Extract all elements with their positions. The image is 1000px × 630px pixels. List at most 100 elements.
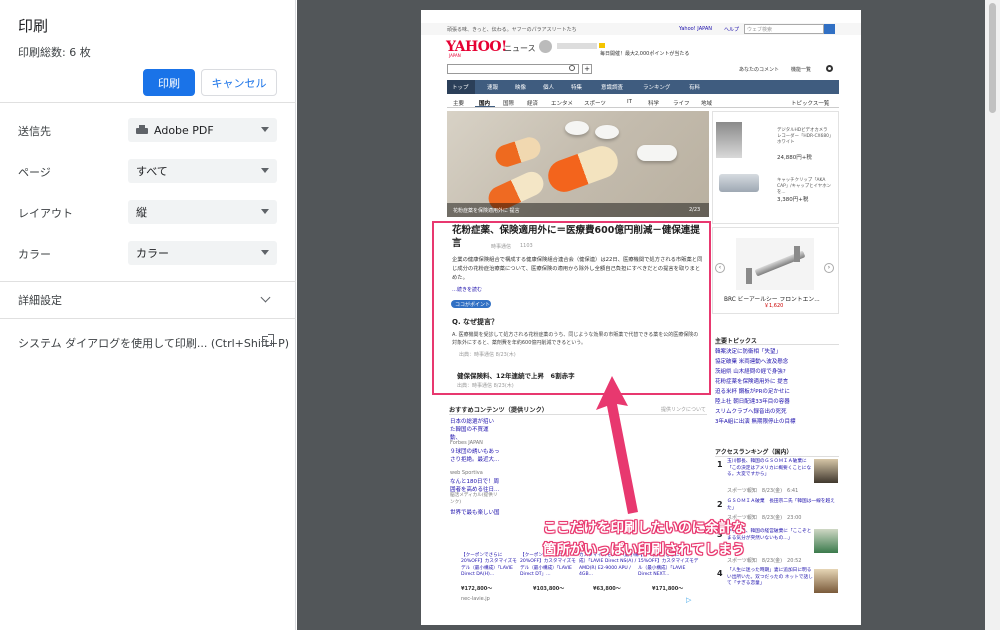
article-photo[interactable]: 花粉症薬を保険適用外に 提言 2/23 xyxy=(447,111,709,217)
sheet-count: 印刷総数: 6 枚 xyxy=(18,46,91,59)
pages-select[interactable]: すべて xyxy=(128,159,277,183)
color-value: カラー xyxy=(136,247,169,260)
recommended-source: Forbes JAPAN xyxy=(450,440,483,446)
ad-price: ¥103,800～ xyxy=(533,586,565,592)
recommended-source: 脳活メディカル(提供リンク) xyxy=(450,493,498,505)
recommended-item[interactable]: ９球団の誘いもあっさり拒絶。最近大... xyxy=(450,448,500,464)
dropdown-caret-icon xyxy=(261,127,269,132)
pages-value: すべて xyxy=(136,165,168,178)
major-topics-list: 韓案決定に防衛相「失望」 協定破棄 米両連動へ波及懸念 茨組県 山木経問の経で身… xyxy=(715,347,839,427)
side-ad-text[interactable]: キャッチクリップ「AKA CAP」/キャップとイヤホンを... xyxy=(777,178,833,196)
search-icon[interactable] xyxy=(569,65,575,71)
ranking-item[interactable]: ＧＳＯＭＩＡ破棄 長田宗二氏「韓国は一線を越えた」 xyxy=(727,499,839,512)
adchoices-icon[interactable]: ▷ xyxy=(686,596,691,604)
destination-select[interactable]: Adobe PDF xyxy=(128,118,277,142)
features-link[interactable]: 機能一覧 xyxy=(791,66,811,73)
capsule-image xyxy=(543,141,623,197)
topic-link[interactable]: 迫る米杯 鋼板がPRの足かせに xyxy=(715,387,839,397)
layout-select[interactable]: 縦 xyxy=(128,200,277,224)
more-settings-toggle[interactable]: 詳細設定 xyxy=(18,292,62,308)
promo-icon xyxy=(599,43,605,48)
ad-item[interactable]: 【クーポンでさらに20%OFF】カスタマイズモデル（最小構成）「LAVIE Di… xyxy=(461,553,521,578)
topic-link[interactable]: 3年A組に出演 無期限停止の目標 xyxy=(715,417,839,427)
sub-tab[interactable]: ライフ xyxy=(673,99,690,107)
cancel-button[interactable]: キャンセル xyxy=(201,69,277,96)
nav-tab[interactable]: 意識調査 xyxy=(601,83,623,91)
preview-scrollbar[interactable] xyxy=(985,0,1000,630)
tablet-image xyxy=(565,121,589,135)
nav-tab[interactable]: 映像 xyxy=(515,83,526,91)
web-search-input[interactable]: ウェブ検索 xyxy=(744,24,824,34)
carousel-next-icon[interactable]: › xyxy=(824,263,834,273)
ranking-item[interactable]: 「人生に迷った時期」妻に追加日に明るい出所いた。双つだったの ネットで話して「す… xyxy=(727,568,813,588)
divider xyxy=(0,281,296,282)
ranking-item[interactable]: 玉川都長、韓国のＧＳＯＭＩＡ破棄に「この決定はアメリカに概要くことになる。大変で… xyxy=(727,459,813,479)
ranking-thumbnail[interactable] xyxy=(814,459,838,483)
gear-icon[interactable] xyxy=(826,65,833,72)
color-select[interactable]: カラー xyxy=(128,241,277,265)
chevron-down-icon[interactable] xyxy=(260,292,271,303)
topic-link[interactable]: 韓案決定に防衛相「失望」 xyxy=(715,347,839,357)
topic-link[interactable]: 陸上社 朝日配達33年目の容器 xyxy=(715,397,839,407)
divider xyxy=(447,107,839,108)
annotation-text-line1: ここだけを印刷したいのに余計な xyxy=(543,520,746,536)
topbar-text: 頑張る味、きっと、伝わる。ヤフーのパラアスリートたち xyxy=(447,27,577,33)
nav-tab[interactable]: 速報 xyxy=(487,83,498,91)
topic-link[interactable]: 協定破棄 米両連動へ波及懸念 xyxy=(715,357,839,367)
nav-tab[interactable]: 個人 xyxy=(543,83,554,91)
sub-tab[interactable]: 地域 xyxy=(701,99,712,107)
rank-number: 1 xyxy=(717,460,723,469)
dropdown-caret-icon xyxy=(261,168,269,173)
side-ad-text[interactable]: デジタルHDビデオカメラ レコーダー「HDR-CX680」ホワイト xyxy=(777,128,833,146)
divider xyxy=(0,318,296,319)
divider xyxy=(0,102,296,103)
sub-tab[interactable]: 主要 xyxy=(453,99,464,107)
sub-tab[interactable]: 科学 xyxy=(648,99,659,107)
ranking-thumbnail[interactable] xyxy=(814,569,838,593)
sponsored-note[interactable]: 提供リンクについて xyxy=(661,406,706,413)
nav-tab[interactable]: 有料 xyxy=(689,83,700,91)
camera-product-image[interactable] xyxy=(716,122,742,158)
your-comments-link[interactable]: あなたのコメント xyxy=(739,66,779,73)
nav-tab[interactable]: トップ xyxy=(452,83,469,91)
layout-label: レイアウト xyxy=(18,207,73,220)
sub-tab[interactable]: スポーツ xyxy=(584,99,606,107)
color-label: カラー xyxy=(18,248,51,261)
photo-caption: 花粉症薬を保険適用外に 提言 xyxy=(453,208,520,214)
sub-tab[interactable]: 国際 xyxy=(503,99,514,107)
tablet-image xyxy=(595,125,619,139)
nav-tab[interactable]: ランキング xyxy=(643,83,670,91)
system-dialog-link[interactable]: システム ダイアログを使用して印刷... (Ctrl+Shift+P) xyxy=(18,335,289,351)
avatar[interactable] xyxy=(539,40,552,53)
capsule-image xyxy=(492,134,544,170)
nav-tab[interactable]: 特集 xyxy=(571,83,582,91)
carousel-prev-icon[interactable]: ‹ xyxy=(715,263,725,273)
add-icon[interactable]: + xyxy=(582,64,592,74)
cap-product-image[interactable] xyxy=(719,174,759,192)
topic-link[interactable]: 茨組県 山木経問の経で身強? xyxy=(715,367,839,377)
scrollbar-thumb[interactable] xyxy=(989,3,996,113)
sub-tab[interactable]: IT xyxy=(627,99,632,105)
tablet-image xyxy=(637,145,677,161)
topbar-link[interactable]: Yahoo! JAPAN xyxy=(679,26,712,32)
promo-text[interactable]: 毎日開催！最大2,000ポイントが当たる xyxy=(600,50,689,57)
topic-link[interactable]: 花粉症薬を保険適用外に 提言 xyxy=(715,377,839,387)
search-button[interactable] xyxy=(824,24,835,34)
recommended-item[interactable]: 日本の総選が招いた韓国の不買運動、 xyxy=(450,418,498,442)
topics-list-link[interactable]: トピックス一覧 xyxy=(791,99,829,107)
recommended-item[interactable]: 世界で最も楽しい国 xyxy=(450,508,508,516)
ranking-thumbnail[interactable] xyxy=(814,529,838,553)
divider xyxy=(449,414,707,415)
rank-number: 4 xyxy=(717,569,723,578)
topic-link[interactable]: スリムクラブへ録音出の死死 xyxy=(715,407,839,417)
news-search-input[interactable] xyxy=(447,64,579,74)
topbar-link[interactable]: ヘルプ xyxy=(724,26,739,33)
brc-product-image[interactable] xyxy=(736,238,814,290)
open-external-icon[interactable] xyxy=(262,334,274,346)
print-button[interactable]: 印刷 xyxy=(143,69,195,96)
sub-tab[interactable]: 経済 xyxy=(527,99,538,107)
sub-tab[interactable]: エンタメ xyxy=(551,99,573,107)
ad-footer[interactable]: nec-lavie.jp xyxy=(461,596,490,602)
brc-product-price: ￥1,620 xyxy=(764,303,784,309)
ranking-meta: スポーツ報知 8/23(金) 20:52 xyxy=(727,558,802,564)
